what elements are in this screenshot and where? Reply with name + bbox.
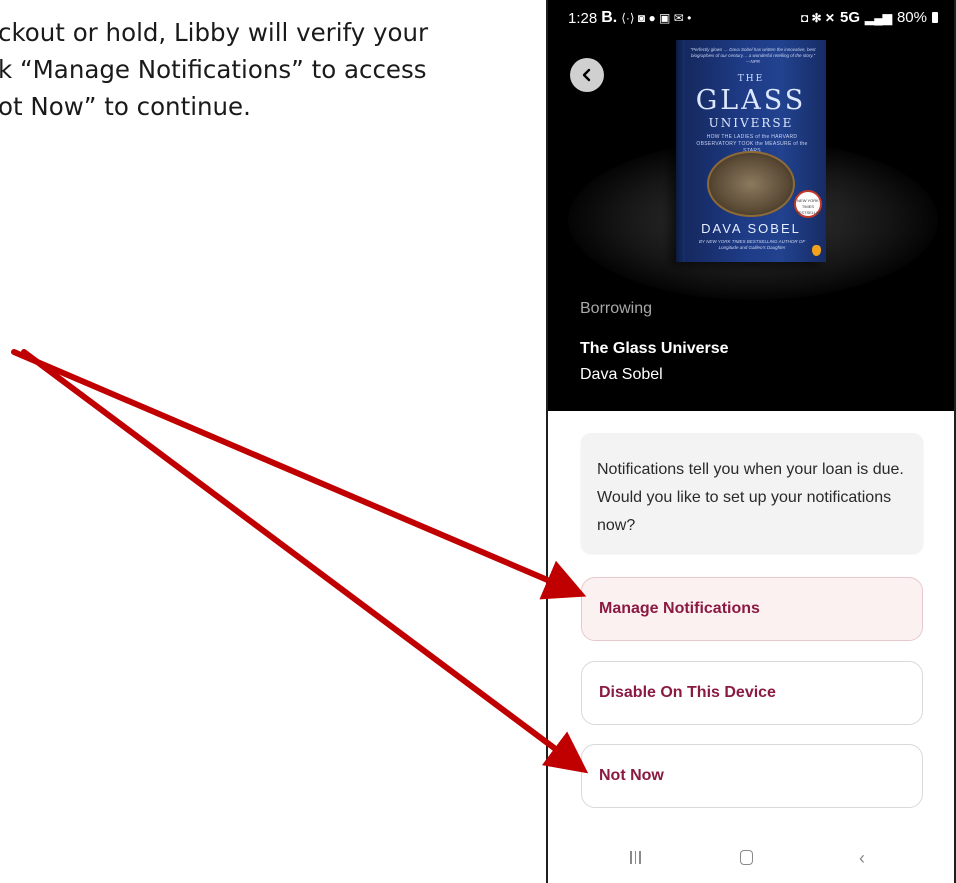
- not-now-label: Not Now: [599, 767, 664, 784]
- cover-photo: [707, 151, 795, 217]
- battery-level: 80%: [896, 9, 927, 26]
- document-line: ckout or hold, Libby will verify your: [0, 18, 429, 47]
- disable-on-device-label: Disable On This Device: [599, 684, 776, 701]
- borrowing-label: Borrowing: [580, 300, 653, 317]
- cover-universe: UNIVERSE: [708, 116, 794, 130]
- system-nav-bar: ‹: [548, 845, 954, 883]
- cover-the: THE: [737, 74, 765, 84]
- manage-notifications-button[interactable]: Manage Notifications: [581, 577, 923, 641]
- cover-badge: NEW YORK TIMES BESTSELLER: [794, 190, 822, 218]
- phone-screen: 1:28 B. ⟨·⟩ ◙ ● ▣ ✉ • ◘ ✻ ✕ 5G ▂▄▆ 80% “…: [546, 0, 956, 883]
- home-icon[interactable]: [740, 850, 753, 865]
- battery-icon: [932, 12, 938, 23]
- status-icons: ◘ ✻ ✕: [800, 10, 835, 25]
- cover-footer: BY NEW YORK TIMES BESTSELLING AUTHOR OF …: [698, 239, 806, 250]
- notification-icons: ⟨·⟩ ◙ ● ▣ ✉ •: [621, 11, 692, 25]
- publisher-logo-icon: [812, 245, 821, 256]
- cover-glass: GLASS: [695, 85, 807, 116]
- network-label: 5G: [839, 9, 860, 26]
- status-time: 1:28: [568, 9, 598, 27]
- book-header: 1:28 B. ⟨·⟩ ◙ ● ▣ ✉ • ◘ ✻ ✕ 5G ▂▄▆ 80% “…: [548, 0, 954, 411]
- notification-message: Notifications tell you when your loan is…: [581, 433, 923, 553]
- cover-blurb: “Perfectly glows … Dava Sobel has writte…: [690, 47, 816, 64]
- back-icon[interactable]: ‹: [859, 848, 865, 869]
- book-title: The Glass Universe: [580, 340, 729, 357]
- book-author: Dava Sobel: [580, 366, 663, 383]
- book-cover[interactable]: “Perfectly glows … Dava Sobel has writte…: [676, 40, 826, 262]
- document-line: ot Now” to continue.: [0, 92, 251, 121]
- disable-on-device-button[interactable]: Disable On This Device: [581, 661, 923, 725]
- chevron-left-icon: [582, 68, 591, 82]
- back-button[interactable]: [570, 58, 604, 92]
- arrow-to-manage-notifications: [11, 349, 587, 600]
- signal-icon: ▂▄▆: [865, 10, 892, 25]
- document-line: k “Manage Notifications” to access: [0, 55, 427, 84]
- document-text: ckout or hold, Libby will verify your k …: [0, 14, 428, 125]
- manage-notifications-label: Manage Notifications: [599, 600, 760, 617]
- cover-author: DAVA SOBEL: [701, 221, 801, 236]
- arrow-to-not-now: [21, 349, 589, 774]
- status-bar: 1:28 B. ⟨·⟩ ◙ ● ▣ ✉ • ◘ ✻ ✕ 5G ▂▄▆ 80%: [548, 0, 954, 36]
- not-now-button[interactable]: Not Now: [581, 744, 923, 808]
- status-app-icon: B.: [601, 9, 618, 26]
- recent-apps-icon[interactable]: [630, 851, 641, 864]
